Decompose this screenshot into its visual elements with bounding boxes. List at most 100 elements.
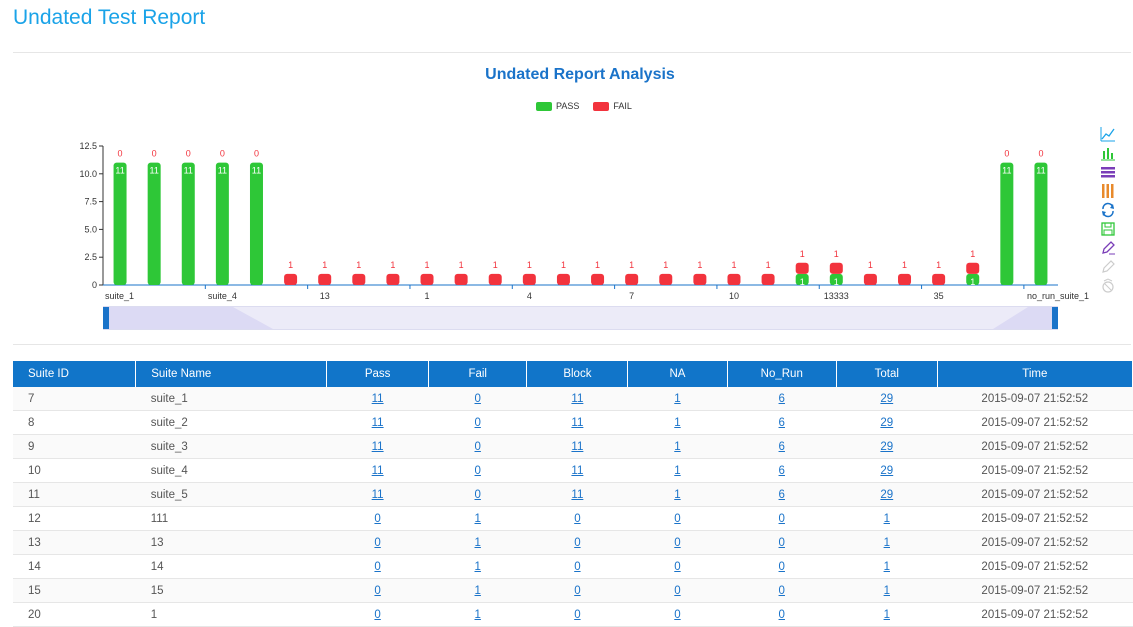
cell-suite-id: 10 bbox=[13, 458, 136, 483]
total-count-link[interactable]: 29 bbox=[880, 393, 893, 405]
y-tick-label: 10.0 bbox=[79, 169, 97, 179]
pen-icon[interactable] bbox=[1100, 240, 1116, 256]
bar-chart-icon[interactable] bbox=[1100, 145, 1116, 161]
bar-fail-value-label: 1 bbox=[459, 260, 464, 270]
cell-suite-id: 9 bbox=[13, 434, 136, 459]
fail-count-link[interactable]: 1 bbox=[475, 537, 481, 549]
total-count-link[interactable]: 29 bbox=[880, 489, 893, 501]
cell-block: 11 bbox=[526, 387, 628, 411]
pass-count-link[interactable]: 11 bbox=[372, 417, 384, 429]
pass-count-link[interactable]: 11 bbox=[372, 393, 384, 405]
bar-fail bbox=[659, 273, 673, 285]
no-run-count-link[interactable]: 6 bbox=[779, 441, 785, 453]
block-count-link[interactable]: 0 bbox=[574, 513, 580, 525]
fail-count-link[interactable]: 1 bbox=[475, 585, 481, 597]
cell-block: 11 bbox=[526, 434, 628, 459]
no-run-count-link[interactable]: 6 bbox=[779, 417, 785, 429]
x-tick-label: no_run_suite_1 bbox=[1027, 291, 1089, 301]
stack-icon[interactable] bbox=[1100, 164, 1116, 180]
fail-count-link[interactable]: 0 bbox=[475, 417, 481, 429]
pass-count-link[interactable]: 0 bbox=[374, 561, 380, 573]
bar-fail bbox=[386, 273, 400, 285]
cell-no-run: 6 bbox=[727, 434, 837, 459]
cell-fail: 0 bbox=[428, 458, 527, 483]
no-run-count-link[interactable]: 6 bbox=[779, 393, 785, 405]
x-tick-label: 1 bbox=[425, 291, 430, 301]
bar-fail-value-label: 1 bbox=[800, 249, 805, 259]
refresh-icon[interactable] bbox=[1100, 202, 1116, 218]
fail-count-link[interactable]: 0 bbox=[475, 489, 481, 501]
bar-pass-value-label: 11 bbox=[184, 166, 193, 176]
total-count-link[interactable]: 29 bbox=[880, 441, 893, 453]
na-count-link[interactable]: 0 bbox=[674, 513, 680, 525]
cell-suite-name: 15 bbox=[135, 578, 327, 603]
block-count-link[interactable]: 11 bbox=[571, 489, 583, 501]
pass-count-link[interactable]: 0 bbox=[374, 537, 380, 549]
block-count-link[interactable]: 11 bbox=[571, 465, 583, 477]
no-run-count-link[interactable]: 0 bbox=[779, 585, 785, 597]
total-count-link[interactable]: 1 bbox=[884, 513, 890, 525]
fail-count-link[interactable]: 0 bbox=[475, 393, 481, 405]
total-count-link[interactable]: 1 bbox=[884, 609, 890, 621]
bar-fail bbox=[488, 273, 502, 285]
pass-count-link[interactable]: 11 bbox=[372, 465, 384, 477]
cell-total: 29 bbox=[836, 482, 938, 507]
block-count-link[interactable]: 0 bbox=[574, 537, 580, 549]
no-run-count-link[interactable]: 6 bbox=[779, 465, 785, 477]
data-zoom-right-handle[interactable] bbox=[1052, 307, 1058, 329]
no-run-count-link[interactable]: 0 bbox=[779, 513, 785, 525]
bar-fail bbox=[591, 273, 605, 285]
block-count-link[interactable]: 11 bbox=[571, 417, 583, 429]
na-count-link[interactable]: 1 bbox=[674, 489, 680, 501]
suite-table: Suite ID Suite Name Pass Fail Block NA No_Run T… bbox=[13, 361, 1133, 627]
cell-suite-name: suite_5 bbox=[135, 482, 327, 507]
eraser-icon[interactable] bbox=[1100, 259, 1116, 275]
data-zoom-slider[interactable] bbox=[103, 306, 1058, 330]
fail-count-link[interactable]: 1 bbox=[475, 513, 481, 525]
y-tick-label: 5.0 bbox=[84, 224, 97, 234]
cell-total: 1 bbox=[836, 554, 938, 579]
tiled-icon[interactable] bbox=[1100, 183, 1116, 199]
na-count-link[interactable]: 1 bbox=[674, 465, 680, 477]
na-count-link[interactable]: 1 bbox=[674, 393, 680, 405]
total-count-link[interactable]: 1 bbox=[884, 537, 890, 549]
total-count-link[interactable]: 29 bbox=[880, 465, 893, 477]
na-count-link[interactable]: 1 bbox=[674, 417, 680, 429]
pass-count-link[interactable]: 0 bbox=[374, 513, 380, 525]
data-zoom-left-handle[interactable] bbox=[103, 307, 109, 329]
no-run-count-link[interactable]: 0 bbox=[779, 537, 785, 549]
bar-fail bbox=[454, 273, 468, 285]
total-count-link[interactable]: 1 bbox=[884, 585, 890, 597]
pass-count-link[interactable]: 0 bbox=[374, 609, 380, 621]
block-count-link[interactable]: 11 bbox=[571, 393, 583, 405]
total-count-link[interactable]: 1 bbox=[884, 561, 890, 573]
pass-count-link[interactable]: 11 bbox=[372, 441, 384, 453]
bar-pass bbox=[1000, 162, 1014, 285]
line-chart-icon[interactable] bbox=[1100, 126, 1116, 142]
na-count-link[interactable]: 0 bbox=[674, 561, 680, 573]
block-count-link[interactable]: 0 bbox=[574, 561, 580, 573]
na-count-link[interactable]: 0 bbox=[674, 609, 680, 621]
na-count-link[interactable]: 1 bbox=[674, 441, 680, 453]
pass-count-link[interactable]: 11 bbox=[372, 489, 384, 501]
block-count-link[interactable]: 0 bbox=[574, 585, 580, 597]
cell-pass: 11 bbox=[326, 387, 429, 411]
save-icon[interactable] bbox=[1100, 221, 1116, 237]
cell-time: 2015-09-07 21:52:52 bbox=[937, 554, 1133, 579]
y-tick-label: 12.5 bbox=[79, 141, 97, 151]
no-run-count-link[interactable]: 0 bbox=[779, 561, 785, 573]
fail-count-link[interactable]: 0 bbox=[475, 441, 481, 453]
block-count-link[interactable]: 11 bbox=[571, 441, 583, 453]
fail-count-link[interactable]: 1 bbox=[475, 609, 481, 621]
bar-fail bbox=[556, 273, 570, 285]
fail-count-link[interactable]: 1 bbox=[475, 561, 481, 573]
no-run-count-link[interactable]: 6 bbox=[779, 489, 785, 501]
fail-count-link[interactable]: 0 bbox=[475, 465, 481, 477]
clear-icon[interactable] bbox=[1100, 278, 1116, 294]
block-count-link[interactable]: 0 bbox=[574, 609, 580, 621]
total-count-link[interactable]: 29 bbox=[880, 417, 893, 429]
na-count-link[interactable]: 0 bbox=[674, 585, 680, 597]
no-run-count-link[interactable]: 0 bbox=[779, 609, 785, 621]
na-count-link[interactable]: 0 bbox=[674, 537, 680, 549]
pass-count-link[interactable]: 0 bbox=[374, 585, 380, 597]
